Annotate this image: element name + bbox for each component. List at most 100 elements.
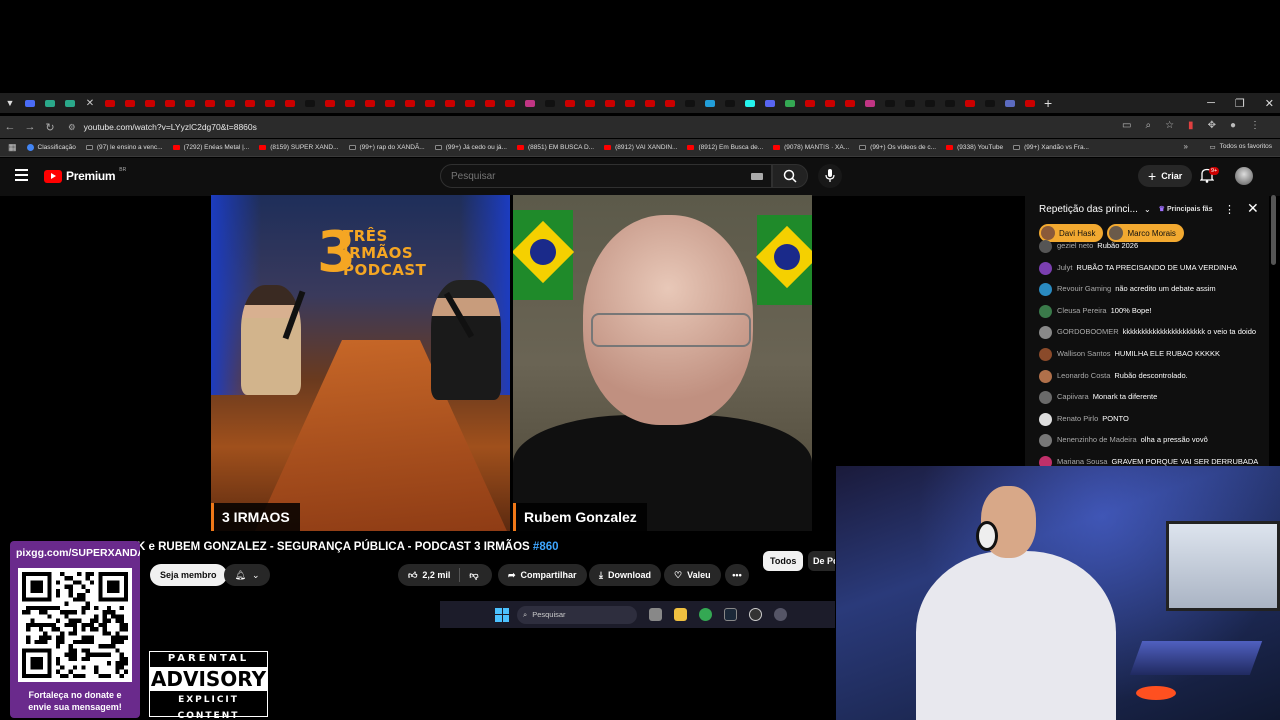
bookmark-item[interactable]: (8912) Em Busca de... — [687, 144, 763, 151]
browser-tab[interactable] — [1020, 93, 1040, 113]
maximize-icon[interactable]: ❐ — [1235, 97, 1245, 110]
chat-author[interactable]: Mariana Sousa — [1057, 457, 1107, 466]
file-explorer-icon[interactable] — [674, 608, 687, 621]
reload-icon[interactable]: ↻ — [40, 121, 60, 134]
browser-tab[interactable] — [120, 93, 140, 113]
bookmark-item[interactable]: (8912) VAI XANDIN... — [604, 144, 677, 151]
chat-author[interactable]: Revouir Gaming — [1057, 284, 1111, 293]
video-player[interactable]: 3 TRÊS IRMÃOS PODCAST 3 IRMAOS Rubem Gon… — [211, 195, 812, 531]
bookmark-item[interactable]: (7292) Enéas Metal |... — [172, 144, 249, 151]
chat-author[interactable]: geziel neto — [1057, 241, 1093, 250]
browser-tab[interactable] — [860, 93, 880, 113]
forward-arrow-icon[interactable]: → — [20, 121, 40, 133]
episode-hashtag[interactable]: #860 — [533, 541, 559, 553]
browser-tab[interactable] — [260, 93, 280, 113]
bookmark-item[interactable]: (97) le ensino a venc... — [85, 144, 163, 151]
chat-author[interactable]: Leonardo Costa — [1057, 371, 1110, 380]
browser-menu-icon[interactable]: ⋮ — [1250, 120, 1260, 131]
zoom-icon[interactable]: ⌕ — [1145, 120, 1151, 131]
chat-message[interactable]: Renato Pirlo PONTO — [1039, 412, 1265, 426]
bookmark-item[interactable]: (99+) rap do XANDÃ... — [348, 144, 425, 151]
obs-icon[interactable] — [749, 608, 762, 621]
browser-tab[interactable] — [100, 93, 120, 113]
browser-tab[interactable] — [300, 93, 320, 113]
task-view-icon[interactable] — [649, 608, 662, 621]
chip-de-po[interactable]: De Po — [808, 551, 835, 571]
active-tab-close-icon[interactable]: ✕ — [80, 93, 100, 113]
chat-close-icon[interactable]: ✕ — [1247, 200, 1259, 217]
profile-icon[interactable]: ● — [1230, 120, 1236, 131]
browser-tab[interactable] — [640, 93, 660, 113]
browser-tab[interactable] — [940, 93, 960, 113]
browser-tab[interactable] — [820, 93, 840, 113]
chat-author[interactable]: Capiivara — [1057, 392, 1089, 401]
bookmark-item[interactable]: (99+) Xandão vs Fra... — [1013, 144, 1089, 151]
page-scrollbar[interactable] — [1271, 195, 1276, 265]
browser-tab[interactable] — [440, 93, 460, 113]
taskbar-search[interactable]: ⌕ Pesquisar — [517, 605, 637, 624]
browser-tab[interactable] — [740, 93, 760, 113]
extension-icon[interactable]: ▮ — [1188, 120, 1194, 131]
chat-avatar[interactable] — [1039, 326, 1052, 340]
chat-author[interactable]: Julyt — [1057, 263, 1072, 272]
chat-author[interactable]: Renato Pirlo — [1057, 414, 1098, 423]
join-member-button[interactable]: Seja membro — [150, 564, 227, 586]
browser-tab[interactable] — [840, 93, 860, 113]
apps-grid-icon[interactable]: ▦ — [8, 142, 17, 153]
url-field[interactable]: ⚙ youtube.com/watch?v=LYyzlC2dg70&t=8860… — [68, 122, 257, 133]
more-actions-button[interactable]: ••• — [725, 564, 749, 586]
account-avatar[interactable] — [1235, 167, 1253, 185]
bookmark-item[interactable]: (99+) Já cedo ou já... — [434, 144, 507, 151]
create-button[interactable]: + Criar — [1138, 165, 1193, 187]
bookmark-item[interactable]: Classificação — [26, 144, 76, 151]
chevron-down-icon[interactable]: ⌄ — [1144, 205, 1151, 214]
browser-tab[interactable] — [140, 93, 160, 113]
browser-tab[interactable] — [180, 93, 200, 113]
keyboard-icon[interactable] — [751, 173, 763, 180]
chat-avatar[interactable] — [1039, 391, 1052, 405]
cast-icon[interactable]: ▭ — [1122, 120, 1131, 131]
hamburger-menu-icon[interactable] — [15, 169, 28, 181]
chat-avatar[interactable] — [1039, 240, 1052, 253]
chat-message[interactable]: Nenenzinho de Madeira olha a pressão vovô — [1039, 434, 1265, 448]
browser-tab[interactable] — [980, 93, 1000, 113]
browser-tab[interactable] — [780, 93, 800, 113]
browser-tab[interactable] — [220, 93, 240, 113]
browser-tab[interactable] — [40, 93, 60, 113]
chat-mode-title[interactable]: Repetição das princi... — [1039, 204, 1138, 215]
browser-tab[interactable] — [360, 93, 380, 113]
extensions-puzzle-icon[interactable]: ✥ — [1208, 120, 1216, 131]
chat-message[interactable]: Julyt RUBÃO TA PRECISANDO DE UMA VERDINHA — [1039, 261, 1265, 275]
bookmark-item[interactable]: (9338) YouTube — [946, 144, 1003, 151]
back-arrow-icon[interactable]: ← — [0, 121, 20, 133]
browser-tab[interactable] — [720, 93, 740, 113]
browser-tab[interactable] — [580, 93, 600, 113]
chat-message[interactable]: Leonardo Costa Rubão descontrolado. — [1039, 369, 1265, 383]
top-fans-badge[interactable]: ♛ Principais fãs — [1159, 205, 1213, 214]
download-button[interactable]: ⤓ Download — [589, 564, 661, 586]
bookmark-item[interactable]: (9078) MANTIS · XA... — [773, 144, 849, 151]
windows-start-icon[interactable] — [495, 607, 509, 622]
tab-search-dropdown-icon[interactable]: ▼ — [0, 93, 20, 113]
browser-tab[interactable] — [560, 93, 580, 113]
browser-tab[interactable] — [880, 93, 900, 113]
pinned-donor-chip[interactable]: Marco Morais — [1107, 224, 1184, 242]
search-button[interactable] — [772, 164, 808, 188]
browser-tab[interactable] — [660, 93, 680, 113]
browser-tab[interactable] — [700, 93, 720, 113]
site-info-icon[interactable]: ⚙ — [68, 122, 76, 133]
bookmark-item[interactable]: (99+) Os vídeos de c... — [859, 144, 936, 151]
chat-message[interactable]: geziel neto Rubão 2026 — [1039, 240, 1265, 253]
chat-author[interactable]: Cleusa Pereira — [1057, 306, 1107, 315]
browser-tab[interactable] — [900, 93, 920, 113]
browser-tab[interactable] — [1000, 93, 1020, 113]
bookmark-item[interactable]: (8851) EM BUSCA D... — [516, 144, 594, 151]
browser-tab[interactable] — [600, 93, 620, 113]
browser-tab[interactable] — [240, 93, 260, 113]
browser-tab[interactable] — [20, 93, 40, 113]
voice-search-button[interactable] — [818, 164, 842, 188]
bookmarks-overflow-icon[interactable]: » — [1184, 142, 1188, 151]
share-button[interactable]: ➦ Compartilhar — [498, 564, 587, 586]
chat-more-icon[interactable]: ⋮ — [1224, 203, 1235, 216]
browser-tab[interactable] — [380, 93, 400, 113]
